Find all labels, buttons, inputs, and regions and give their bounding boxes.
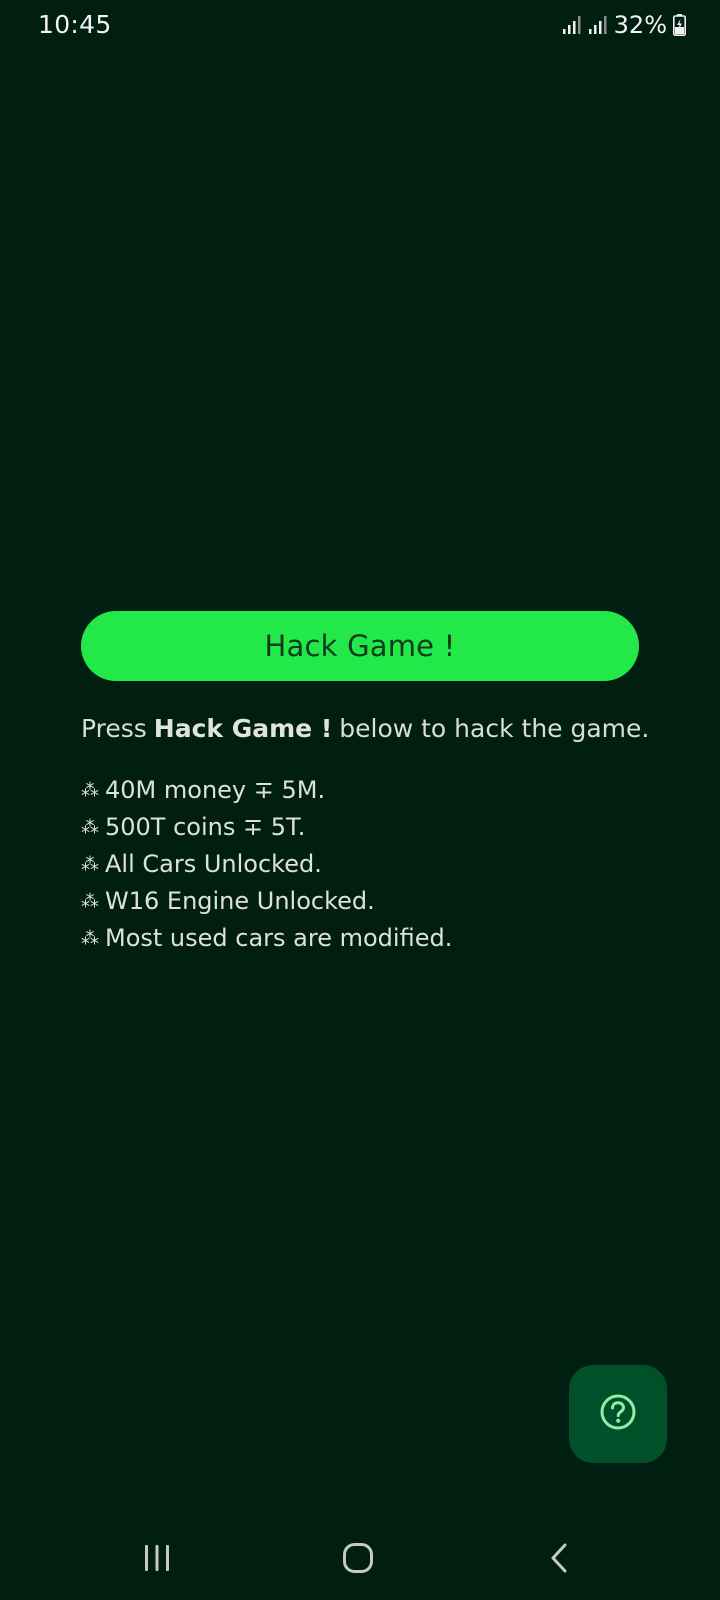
feature-text: Most used cars are modified. <box>105 924 453 952</box>
instruction-suffix: below to hack the game. <box>339 714 650 743</box>
feature-text: 40M money ∓ 5M. <box>105 776 326 804</box>
recents-icon <box>142 1543 172 1577</box>
list-item: ⁂ 500T coins ∓ 5T. <box>81 809 681 846</box>
help-icon <box>599 1393 637 1435</box>
bullet-icon: ⁂ <box>81 928 99 949</box>
home-icon <box>342 1542 374 1578</box>
list-item: ⁂ All Cars Unlocked. <box>81 846 681 883</box>
instruction-strong: Hack Game ! <box>153 714 333 743</box>
signal-icon-2 <box>588 15 608 35</box>
back-button[interactable] <box>520 1520 600 1600</box>
instruction-prefix: Press <box>81 714 147 743</box>
recents-button[interactable] <box>117 1520 197 1600</box>
list-item: ⁂ W16 Engine Unlocked. <box>81 883 681 920</box>
feature-text: W16 Engine Unlocked. <box>105 887 375 915</box>
help-button[interactable] <box>569 1365 667 1463</box>
instructions-text: Press Hack Game ! below to hack the game. <box>81 710 681 748</box>
status-bar: 10:45 32% <box>0 0 720 54</box>
bullet-icon: ⁂ <box>81 817 99 838</box>
status-icons: 32% <box>562 11 686 39</box>
home-button[interactable] <box>318 1520 398 1600</box>
status-time: 10:45 <box>38 10 112 39</box>
feature-text: All Cars Unlocked. <box>105 850 322 878</box>
battery-percent: 32% <box>613 11 667 39</box>
feature-text: 500T coins ∓ 5T. <box>105 813 306 841</box>
back-icon <box>548 1542 572 1578</box>
bullet-icon: ⁂ <box>81 780 99 801</box>
battery-charging-icon <box>673 14 686 36</box>
signal-icon <box>562 15 582 35</box>
bullet-icon: ⁂ <box>81 854 99 875</box>
navigation-bar <box>0 1520 720 1600</box>
list-item: ⁂ 40M money ∓ 5M. <box>81 772 681 809</box>
list-item: ⁂ Most used cars are modified. <box>81 920 681 957</box>
hack-game-button[interactable]: Hack Game ! <box>81 611 639 681</box>
bullet-icon: ⁂ <box>81 891 99 912</box>
feature-list: ⁂ 40M money ∓ 5M. ⁂ 500T coins ∓ 5T. ⁂ All … <box>81 772 681 957</box>
